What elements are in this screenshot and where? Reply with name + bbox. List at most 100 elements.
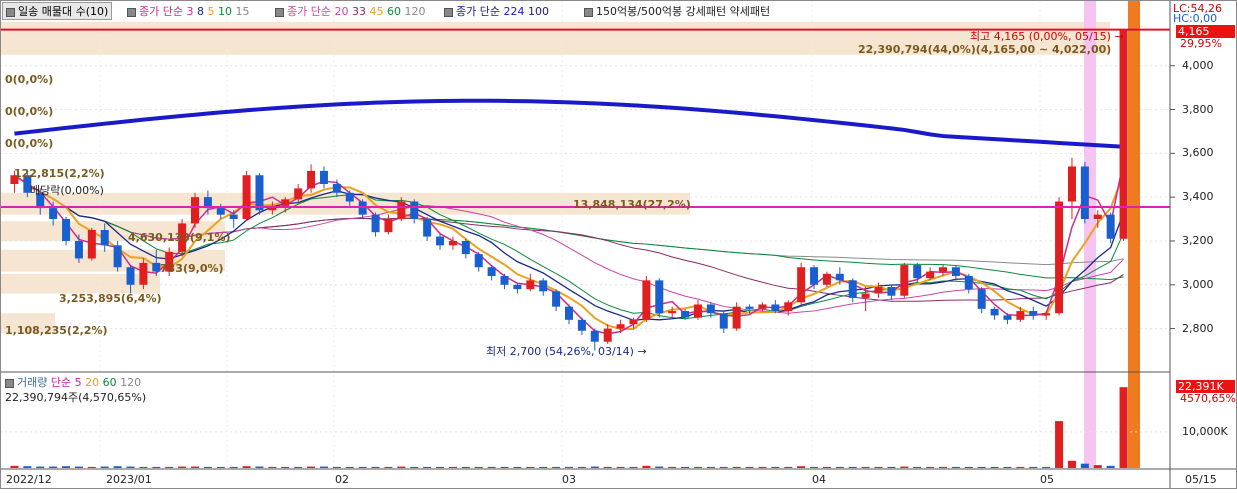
candle-body-31 xyxy=(410,201,419,220)
candle-body-44 xyxy=(577,319,586,331)
volume-bar-49 xyxy=(642,465,651,468)
vp-label-high: 22,390,794(44,0%)(4,165,00 ~ 4,022,00) xyxy=(858,43,1112,56)
volume-bar-73 xyxy=(951,466,960,468)
legend-ma-5: 5 xyxy=(207,5,215,18)
candle-body-30 xyxy=(397,201,406,220)
vp-label-zero-1: 0(0,0%) xyxy=(5,73,54,86)
vp-label-2: 4,630,133(9,1%) xyxy=(128,231,231,244)
candle-body-19 xyxy=(255,175,264,211)
volume-bar-24 xyxy=(319,466,328,468)
volume-bar-25 xyxy=(332,466,341,468)
legend-ma-20: 20 xyxy=(334,5,349,18)
volume-bar-23 xyxy=(307,466,316,468)
vp-label-5: 1,108,235(2,2%) xyxy=(5,324,108,337)
volume-bar-59 xyxy=(771,466,780,468)
volume-bar-63 xyxy=(822,466,831,468)
candle-body-65 xyxy=(848,280,857,298)
volume-bar-53 xyxy=(693,466,702,468)
legend-volume[interactable]: 거래량 단순 5 20 60 120 xyxy=(5,374,141,390)
volume-tick: 10,000K xyxy=(1182,425,1228,438)
ex-dividend-label: 배당락(0,00%) xyxy=(30,184,104,197)
x-tick-2: 02 xyxy=(335,473,349,486)
volume-bar-7 xyxy=(100,466,109,468)
volume-bar-56 xyxy=(732,466,741,468)
volume-bar-74 xyxy=(964,466,973,468)
chart-canvas xyxy=(0,0,1237,489)
legend-ma-100: 100 xyxy=(527,5,549,18)
legend-vol-5: 5 xyxy=(74,376,82,389)
high-annotation-text: 최고 4,165 (0,00%, 05/15) xyxy=(970,30,1111,43)
volume-bar-21 xyxy=(281,466,290,468)
candle-body-57 xyxy=(745,306,754,309)
last-price-pct: 29,95% xyxy=(1180,37,1222,50)
legend-pattern-label: 150억봉/500억봉 강세패턴 약세패턴 xyxy=(596,5,771,18)
volume-bar-32 xyxy=(423,466,432,468)
legend-ma-group-3[interactable]: 종가 단순 224 100 xyxy=(444,3,549,19)
candle-body-22 xyxy=(294,188,303,200)
candle-body-39 xyxy=(513,284,522,290)
candle-body-16 xyxy=(216,208,225,215)
volume-bar-52 xyxy=(681,466,690,468)
candle-body-7 xyxy=(100,230,109,246)
volume-bar-0 xyxy=(10,465,19,468)
volume-bar-41 xyxy=(539,466,548,468)
volume-bar-78 xyxy=(1016,466,1025,468)
y-tick-label-0: 4,000 xyxy=(1182,58,1214,72)
volume-bar-43 xyxy=(565,466,573,468)
legend-ma-group-1[interactable]: 종가 단순 3 8 5 10 15 xyxy=(127,3,249,19)
legend-vol-20: 20 xyxy=(85,376,100,389)
volume-bar-29 xyxy=(384,466,393,468)
legend-g1-label: 종가 단순 xyxy=(139,5,183,18)
legend-ma-group-2[interactable]: 종가 단순 20 33 45 60 120 xyxy=(275,3,425,19)
x-tick-5: 05 xyxy=(1040,473,1054,486)
volume-bar-58 xyxy=(758,466,767,468)
vp-label-zero-2: 0(0,0%) xyxy=(5,105,54,118)
candle-body-26 xyxy=(345,192,354,202)
candle-body-73 xyxy=(951,267,960,276)
candle-body-80 xyxy=(1042,313,1051,316)
volume-bar-11 xyxy=(152,466,161,468)
volume-bar-61 xyxy=(797,466,806,468)
volume-bar-33 xyxy=(436,466,445,468)
candle-body-5 xyxy=(74,240,83,259)
vp-label-mid: 13,848,134(27,2%) xyxy=(573,198,691,211)
volume-summary: 22,390,794주(4,570,65%) xyxy=(5,391,147,404)
volume-bar-42 xyxy=(552,466,561,468)
stock-chart: 일송 매물대 수(10) 종가 단순 3 8 5 10 15 종가 단순 20 … xyxy=(0,0,1237,489)
volume-bar-30 xyxy=(397,466,406,468)
volume-bar-66 xyxy=(861,466,870,468)
hc-readout: HC:0,00 xyxy=(1173,12,1218,25)
last-volume-pct: 4570,65% xyxy=(1180,392,1236,405)
volume-bar-82 xyxy=(1067,460,1076,468)
legend-ma-45: 45 xyxy=(369,5,384,18)
volume-bar-19 xyxy=(255,466,264,468)
candle-body-66 xyxy=(861,293,870,298)
legend-ma-15: 15 xyxy=(235,5,250,18)
volume-bar-55 xyxy=(719,466,728,468)
x-tick-0: 2022/12 xyxy=(6,473,52,486)
volume-bar-54 xyxy=(706,466,715,468)
legend-g2-label: 종가 단순 xyxy=(287,5,331,18)
legend-square-icon xyxy=(5,378,14,388)
candle-body-27 xyxy=(358,201,367,215)
volume-bar-1 xyxy=(23,466,32,468)
volume-bar-50 xyxy=(655,466,664,468)
candle-body-36 xyxy=(474,254,483,268)
main-indicator-tag[interactable]: 일송 매물대 수(10) xyxy=(2,2,113,20)
volume-bar-10 xyxy=(139,466,148,468)
volume-bar-8 xyxy=(113,466,122,468)
candle-body-17 xyxy=(229,214,238,220)
candle-body-35 xyxy=(461,240,470,255)
volume-bar-16 xyxy=(216,466,225,468)
volume-bar-31 xyxy=(410,466,419,468)
legend-square-icon xyxy=(6,7,15,17)
x-tick-1: 2023/01 xyxy=(106,473,152,486)
y-tick-label-2: 3,600 xyxy=(1182,146,1214,160)
volume-bar-85 xyxy=(1106,465,1115,468)
candle-body-41 xyxy=(539,280,548,292)
candle-body-51 xyxy=(668,311,677,314)
candle-body-18 xyxy=(242,175,251,220)
volume-bar-62 xyxy=(810,466,819,468)
volume-bar-15 xyxy=(203,466,212,468)
legend-pattern[interactable]: 150억봉/500억봉 강세패턴 약세패턴 xyxy=(584,3,770,19)
